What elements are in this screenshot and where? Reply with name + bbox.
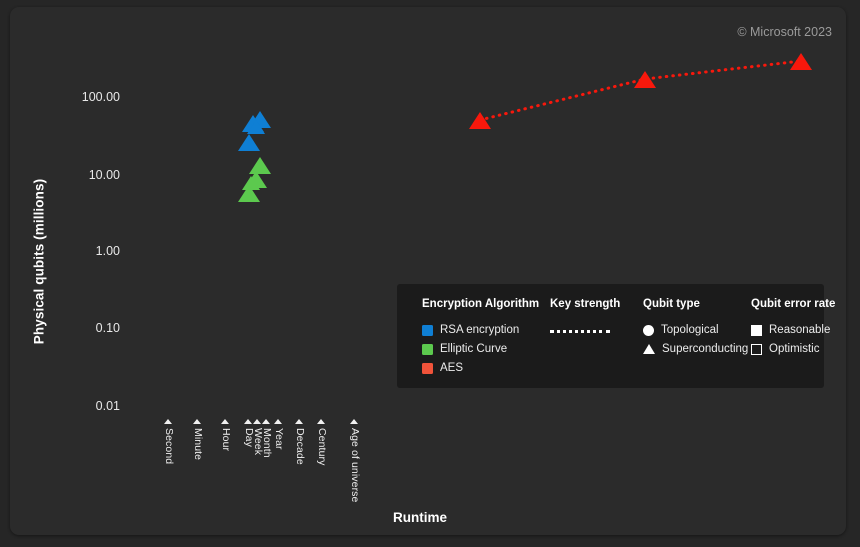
legend-item[interactable]: AES [422, 359, 539, 377]
legend-column: Qubit type Topological Superconducting [643, 298, 748, 359]
legend-item-label: AES [440, 362, 464, 374]
legend-color-swatch [422, 362, 433, 374]
legend-item-label: Reasonable [769, 324, 831, 336]
tick-arrow-icon [295, 419, 303, 424]
legend-item[interactable]: Elliptic Curve [422, 340, 539, 358]
tick-arrow-icon [253, 419, 261, 424]
data-point-marker[interactable] [247, 120, 265, 134]
legend-column-title: Qubit type [643, 298, 700, 310]
legend-item-label: Elliptic Curve [440, 343, 508, 355]
x-axis-tick-label: Second [163, 428, 175, 465]
legend-column-title: Encryption Algorithm [422, 298, 540, 310]
legend-color-swatch [422, 324, 433, 336]
tick-arrow-icon [221, 419, 229, 424]
triangle-marker-icon [643, 344, 655, 354]
legend-item-label: RSA encryption [440, 324, 520, 336]
legend-item[interactable]: Reasonable [751, 321, 835, 339]
tick-arrow-icon [244, 419, 252, 424]
legend-column-title: Qubit error rate [751, 298, 836, 310]
chart-card: © Microsoft 2023 Physical qubits (millio… [10, 7, 846, 535]
legend-column-title: Key strength [550, 298, 621, 310]
tick-arrow-icon [274, 419, 282, 424]
tick-arrow-icon [193, 419, 201, 424]
tick-arrow-icon [350, 419, 358, 424]
x-axis-ticks: Second Minute Hour Day Week Month Year Decade Ce… [10, 7, 846, 535]
legend-item[interactable]: RSA encryption [422, 321, 539, 339]
legend-column: Qubit error rate Reasonable Optimistic [751, 298, 835, 359]
tick-arrow-icon [317, 419, 325, 424]
x-axis-tick-label: Age of universe [349, 428, 361, 503]
legend-item[interactable]: Topological [643, 321, 748, 339]
x-axis-tick-label: Decade [294, 428, 306, 465]
chart-root: © Microsoft 2023 Physical qubits (millio… [0, 0, 860, 547]
plot-area: © Microsoft 2023 Physical qubits (millio… [10, 7, 846, 535]
legend-item-label: Optimistic [769, 343, 820, 355]
chart-legend: Encryption Algorithm RSA encryption Ellipt… [397, 284, 835, 388]
legend-color-swatch [422, 343, 433, 355]
filled-square-icon [751, 324, 762, 336]
legend-item-label: Superconducting [662, 343, 749, 355]
data-point-marker[interactable] [634, 70, 656, 88]
dashed-line-icon [550, 330, 610, 333]
x-axis-tick-label: Century [316, 428, 328, 466]
outlined-square-icon [751, 343, 762, 355]
legend-item-label: Topological [661, 324, 719, 336]
x-axis-tick-label: Hour [220, 428, 232, 452]
circle-marker-icon [643, 324, 654, 336]
data-point-marker[interactable] [238, 184, 260, 202]
legend-column: Key strength [550, 298, 620, 340]
tick-arrow-icon [164, 419, 172, 424]
legend-column: Encryption Algorithm RSA encryption Ellipt… [422, 298, 539, 378]
legend-item[interactable]: Superconducting [643, 340, 748, 358]
data-point-marker[interactable] [790, 52, 812, 70]
legend-item[interactable]: Optimistic [751, 340, 835, 358]
x-axis-tick-label: Year [273, 428, 285, 450]
data-point-marker[interactable] [238, 133, 260, 151]
x-axis-tick-label: Minute [192, 428, 204, 461]
tick-arrow-icon [262, 419, 270, 424]
data-point-marker[interactable] [469, 111, 491, 129]
x-axis-tick-label: Month [261, 428, 273, 458]
legend-item[interactable] [550, 321, 620, 339]
